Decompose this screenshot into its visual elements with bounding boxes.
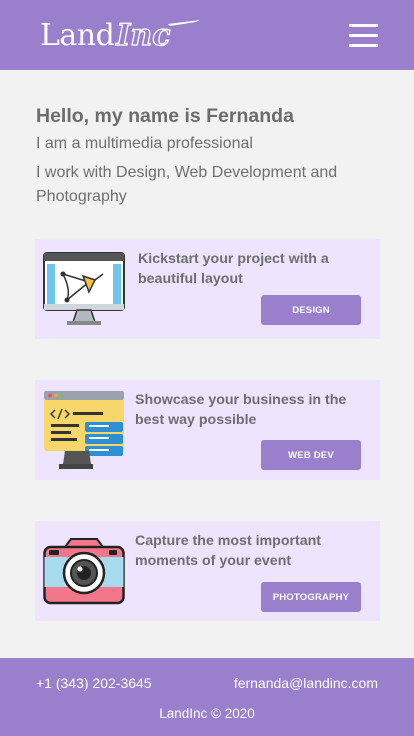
service-card-photography: Capture the most important moments of yo… (35, 521, 380, 621)
intro-description: I work with Design, Web Development and … (36, 164, 338, 205)
top-header: Land Inc (0, 0, 414, 70)
photography-button[interactable]: PHOTOGRAPHY (261, 582, 361, 612)
landinc-logo[interactable]: Land Inc (40, 14, 200, 54)
footer-email-link[interactable]: fernanda@landinc.com (234, 675, 378, 691)
camera-icon (43, 538, 125, 605)
intro-section: Hello, my name is Fernanda I am a multim… (36, 103, 376, 209)
card-design-text: Kickstart your project with a beautiful … (138, 251, 329, 287)
card-photography-text: Capture the most important moments of yo… (135, 533, 322, 569)
service-card-web-dev: Showcase your business in the best way p… (35, 380, 380, 480)
hamburger-menu-icon[interactable] (349, 22, 379, 48)
web-code-screen-icon (44, 391, 124, 469)
greeting-heading: Hello, my name is Fernanda (36, 105, 294, 127)
web-dev-button[interactable]: WEB DEV (261, 440, 361, 470)
page-footer: +1 (343) 202-3645 fernanda@landinc.com L… (0, 658, 414, 736)
logo-land-text: Land (40, 18, 115, 53)
logo-inc-text: Inc (116, 17, 171, 53)
logo-swoosh-icon (168, 20, 200, 26)
service-card-design: Kickstart your project with a beautiful … (35, 239, 380, 339)
design-monitor-icon (43, 252, 125, 325)
footer-copyright: LandInc © 2020 (159, 706, 255, 721)
footer-phone-link[interactable]: +1 (343) 202-3645 (36, 675, 152, 691)
card-web-dev-text: Showcase your business in the best way p… (135, 392, 347, 428)
design-button[interactable]: DESIGN (261, 295, 361, 325)
intro-subtitle: I am a multimedia professional (36, 135, 253, 152)
